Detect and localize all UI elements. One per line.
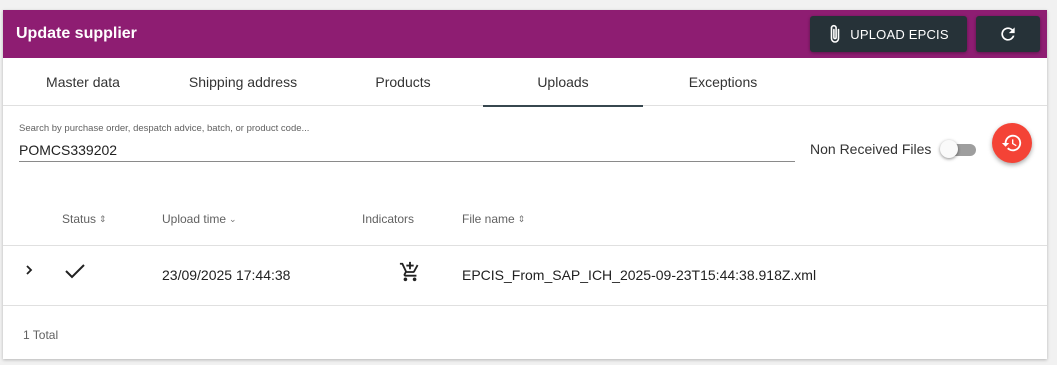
table-header-divider bbox=[3, 245, 1047, 246]
refresh-button[interactable] bbox=[976, 16, 1040, 52]
tab-master-data[interactable]: Master data bbox=[3, 58, 163, 106]
sort-icon: ⇕ bbox=[99, 213, 107, 224]
tab-label: Uploads bbox=[537, 74, 589, 90]
chevron-right-icon[interactable] bbox=[23, 263, 35, 280]
column-label: File name bbox=[462, 212, 515, 226]
tab-shipping-address[interactable]: Shipping address bbox=[163, 58, 323, 106]
upload-epcis-label: UPLOAD EPCIS bbox=[850, 26, 949, 42]
column-header-status[interactable]: Status ⇕ bbox=[62, 212, 107, 226]
column-label: Upload time bbox=[162, 212, 227, 226]
upload-epcis-button[interactable]: UPLOAD EPCIS bbox=[810, 16, 967, 52]
column-header-upload-time[interactable]: Upload time ⌄ bbox=[162, 212, 237, 226]
tab-label: Exceptions bbox=[688, 74, 758, 90]
tab-label: Shipping address bbox=[188, 74, 298, 90]
page-title: Update supplier bbox=[16, 25, 137, 42]
sort-icon: ⌄ bbox=[229, 213, 237, 224]
tab-products[interactable]: Products bbox=[323, 58, 483, 106]
non-received-files-toggle[interactable] bbox=[940, 140, 976, 158]
column-header-file-name[interactable]: File name ⇕ bbox=[462, 212, 525, 226]
tab-label: Products bbox=[375, 74, 431, 90]
upload-time-cell: 23/09/2025 17:44:38 bbox=[162, 267, 291, 283]
table-row-divider bbox=[3, 305, 1047, 306]
tab-label: Master data bbox=[46, 74, 120, 90]
update-supplier-card: Update supplier UPLOAD EPCIS Master data… bbox=[3, 10, 1047, 359]
search-input[interactable] bbox=[19, 138, 795, 162]
toggle-knob bbox=[940, 140, 958, 158]
tab-uploads[interactable]: Uploads bbox=[483, 58, 643, 107]
history-button[interactable] bbox=[992, 123, 1032, 163]
checkmark-icon bbox=[64, 263, 86, 282]
column-label: Status bbox=[62, 212, 97, 226]
search-placeholder-label: Search by purchase order, despatch advic… bbox=[19, 123, 310, 134]
column-header-indicators: Indicators bbox=[362, 212, 414, 226]
total-count: 1 Total bbox=[23, 328, 59, 342]
column-label: Indicators bbox=[362, 212, 415, 226]
tab-bar: Master data Shipping address Products Up… bbox=[3, 58, 1047, 107]
history-icon bbox=[1001, 132, 1023, 154]
paperclip-icon bbox=[828, 24, 842, 44]
header-bar: Update supplier UPLOAD EPCIS bbox=[3, 10, 1047, 58]
sort-icon: ⇕ bbox=[517, 213, 526, 224]
refresh-icon bbox=[998, 24, 1018, 44]
file-name-cell: EPCIS_From_SAP_ICH_2025-09-23T15:44:38.9… bbox=[462, 267, 817, 283]
non-received-files-label: Non Received Files bbox=[810, 141, 932, 157]
tab-exceptions[interactable]: Exceptions bbox=[643, 58, 803, 106]
add-shopping-cart-icon bbox=[399, 261, 421, 286]
